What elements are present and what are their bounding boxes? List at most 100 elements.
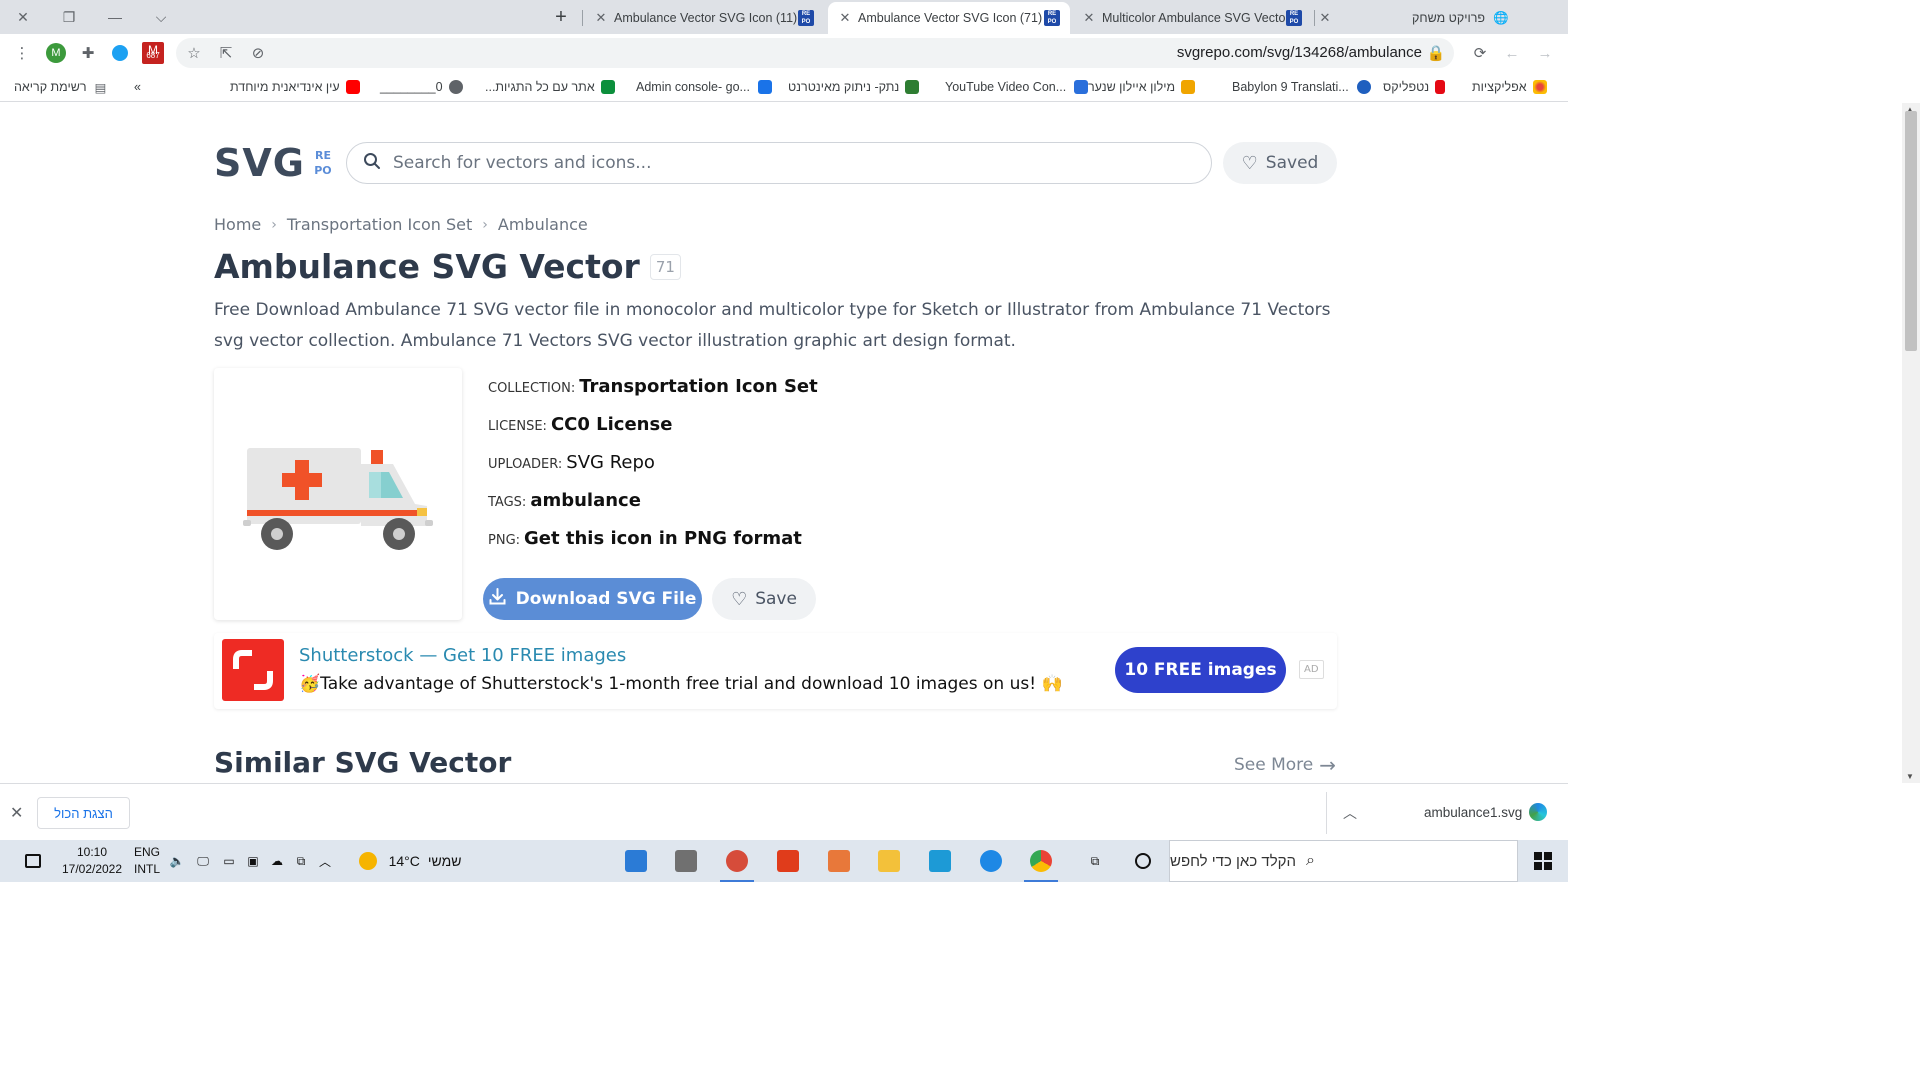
file-explorer-taskbar-icon[interactable] bbox=[868, 840, 910, 882]
search-icon: ⌕ bbox=[1306, 852, 1315, 869]
cloud-extension-icon[interactable] bbox=[108, 41, 132, 65]
show-hidden-icons-chevron-icon[interactable]: ︿ bbox=[314, 840, 336, 882]
bookmark-tags-site[interactable]: אתר עם כל התגיות... bbox=[485, 78, 615, 96]
share-icon[interactable]: ⇱ bbox=[214, 41, 238, 65]
volume-icon[interactable]: 🔈 bbox=[166, 840, 188, 882]
close-tab-icon[interactable]: ✕ bbox=[594, 10, 608, 26]
more-bookmarks-button[interactable]: » bbox=[134, 78, 141, 96]
scroll-down-icon[interactable]: ▼ bbox=[1906, 772, 1914, 781]
svgrepo-logo[interactable]: SVG RE PO bbox=[214, 141, 337, 185]
logo-repo-top: RE bbox=[314, 149, 331, 162]
office-taskbar-icon[interactable] bbox=[767, 840, 809, 882]
breadcrumb-home[interactable]: Home bbox=[214, 215, 261, 234]
page-scrollbar[interactable]: ▲ ▼ bbox=[1902, 103, 1920, 783]
forward-arrow-icon[interactable]: → bbox=[1533, 41, 1557, 65]
meta-license: LICENSE: CC0 License bbox=[488, 414, 672, 435]
notifications-icon[interactable] bbox=[18, 840, 48, 882]
media-app-taskbar-icon[interactable] bbox=[818, 840, 860, 882]
bookmark-zero[interactable]: 0________ bbox=[380, 78, 463, 96]
uploader-value: SVG Repo bbox=[566, 452, 655, 473]
tag-link[interactable]: ambulance bbox=[530, 490, 641, 511]
restore-window-button[interactable]: ❐ bbox=[46, 0, 92, 34]
bookmark-dictionary[interactable]: מילון איילון שנער bbox=[1088, 78, 1196, 96]
close-tab-icon[interactable]: ✕ bbox=[1082, 10, 1096, 26]
extensions-puzzle-icon[interactable]: ✚ bbox=[76, 41, 100, 65]
battery-icon[interactable]: ▭ bbox=[218, 840, 240, 882]
bookmark-admin-console[interactable]: Admin console- go... bbox=[636, 78, 772, 96]
back-arrow-icon[interactable]: ← bbox=[1500, 41, 1524, 65]
bookmark-babylon[interactable]: Babylon 9 Translati... bbox=[1232, 78, 1371, 96]
reading-list-button[interactable]: רשימת קריאה ▤ bbox=[14, 78, 106, 96]
see-more-link[interactable]: See More → bbox=[1234, 753, 1336, 777]
chrome-taskbar-icon[interactable] bbox=[1020, 840, 1062, 882]
vscode-taskbar-icon[interactable] bbox=[615, 840, 657, 882]
tab-game-project[interactable]: 🌐 פרויקט משחק ✕ bbox=[1318, 2, 1558, 34]
bookmark-disconnect[interactable]: נתק- ניתוק מאינטרנט bbox=[788, 78, 920, 96]
close-tab-icon[interactable]: ✕ bbox=[838, 10, 852, 26]
license-link[interactable]: CC0 License bbox=[551, 414, 672, 435]
search-input[interactable] bbox=[393, 153, 1173, 173]
scroll-thumb[interactable] bbox=[1905, 111, 1917, 351]
tab-ambulance-71[interactable]: ✕ Ambulance Vector SVG Icon (71) RE PO bbox=[828, 2, 1070, 34]
tab-multicolor-ambulance[interactable]: ✕ Multicolor Ambulance SVG Vecto RE PO bbox=[1072, 2, 1312, 34]
meta-label: TAGS: bbox=[488, 495, 527, 510]
network-icon[interactable]: 🖵 bbox=[192, 840, 214, 882]
tray-app-icon[interactable]: ▣ bbox=[242, 840, 264, 882]
edge-taskbar-icon[interactable] bbox=[970, 840, 1012, 882]
ad-badge: AD bbox=[1299, 660, 1324, 679]
tab-search-chevron-icon[interactable]: ⌵ bbox=[138, 0, 184, 34]
snipping-tool-taskbar-icon[interactable] bbox=[716, 840, 758, 882]
language-indicator[interactable]: ENG INTL bbox=[128, 840, 166, 882]
breadcrumb-collection[interactable]: Transportation Icon Set bbox=[287, 215, 472, 234]
eye-slash-icon[interactable]: ⊘ bbox=[246, 41, 270, 65]
close-window-button[interactable]: ✕ bbox=[0, 0, 46, 34]
minimize-window-button[interactable]: — bbox=[92, 0, 138, 34]
tray-app2-icon[interactable]: ⧉ bbox=[290, 840, 312, 882]
search-bar[interactable] bbox=[346, 142, 1212, 184]
downloaded-file-name[interactable]: ambulance1.svg bbox=[1424, 805, 1522, 820]
clock[interactable]: 10:10 17/02/2022 bbox=[56, 840, 128, 882]
meta-label: LICENSE: bbox=[488, 419, 547, 434]
cortana-icon[interactable] bbox=[1122, 840, 1164, 882]
l-app-taskbar-icon[interactable] bbox=[919, 840, 961, 882]
bookmark-star-icon[interactable]: ☆ bbox=[182, 41, 206, 65]
png-link[interactable]: Get this icon in PNG format bbox=[524, 528, 802, 549]
bookmark-apps[interactable]: אפליקציות bbox=[1472, 78, 1547, 96]
ad-cta-button[interactable]: 10 FREE images bbox=[1115, 647, 1286, 693]
gmail-extension-icon[interactable]: M 687 bbox=[141, 41, 165, 65]
weather-widget[interactable]: 14°C שמשי bbox=[350, 840, 470, 882]
collection-link[interactable]: Transportation Icon Set bbox=[579, 376, 818, 397]
saved-button[interactable]: ♡ Saved bbox=[1223, 142, 1337, 184]
reload-icon[interactable]: ⟳ bbox=[1468, 41, 1492, 65]
w3-icon bbox=[600, 80, 615, 94]
bookmark-youtube-converter[interactable]: YouTube Video Con... bbox=[945, 78, 1089, 96]
download-label: Download SVG File bbox=[515, 589, 697, 609]
save-button[interactable]: ♡ Save bbox=[712, 578, 816, 620]
clock-time: 10:10 bbox=[76, 845, 108, 859]
menu-dots-icon[interactable]: ⋮ bbox=[10, 41, 34, 65]
svgrepo-favicon: RE PO bbox=[1286, 10, 1302, 26]
bookmarks-bar: רשימת קריאה ▤ » עין אינדיאנית מיוחדת 0__… bbox=[0, 72, 1568, 102]
lock-icon[interactable]: 🔒 bbox=[1424, 41, 1448, 65]
close-shelf-icon[interactable]: ✕ bbox=[10, 803, 23, 823]
shutterstock-ad[interactable]: Shutterstock — Get 10 FREE images 🥳Take … bbox=[214, 633, 1337, 709]
taskbar-search-box[interactable]: ⌕ הקלד כאן כדי לחפש bbox=[1169, 840, 1518, 882]
chevron-up-icon[interactable]: ︿ bbox=[1343, 803, 1357, 823]
bookmark-indian-eye[interactable]: עין אינדיאנית מיוחדת bbox=[230, 78, 360, 96]
start-windows-icon[interactable] bbox=[1522, 840, 1564, 882]
profile-avatar[interactable]: M bbox=[44, 41, 68, 65]
new-tab-button[interactable]: + bbox=[548, 4, 574, 30]
tab-title: Multicolor Ambulance SVG Vecto bbox=[1102, 11, 1286, 25]
address-bar[interactable]: ☆ ⇱ ⊘ svgrepo.com/svg/134268/ambulance 🔒 bbox=[176, 38, 1454, 68]
meta-label: PNG: bbox=[488, 533, 521, 548]
download-svg-button[interactable]: Download SVG File bbox=[483, 578, 702, 620]
ad-title[interactable]: Shutterstock — Get 10 FREE images bbox=[299, 645, 626, 666]
tab-ambulance-11[interactable]: ✕ Ambulance Vector SVG Icon (11) RE PO bbox=[584, 2, 824, 34]
close-tab-icon[interactable]: ✕ bbox=[1318, 10, 1332, 26]
show-all-downloads-button[interactable]: הצגת הכול bbox=[37, 797, 130, 829]
calculator-taskbar-icon[interactable] bbox=[665, 840, 707, 882]
breadcrumb-current[interactable]: Ambulance bbox=[498, 215, 588, 234]
bookmark-netflix[interactable]: נטפליקס bbox=[1383, 78, 1446, 96]
tray-cloud-icon[interactable]: ☁ bbox=[266, 840, 288, 882]
task-view-icon[interactable]: ⧉ bbox=[1074, 840, 1116, 882]
